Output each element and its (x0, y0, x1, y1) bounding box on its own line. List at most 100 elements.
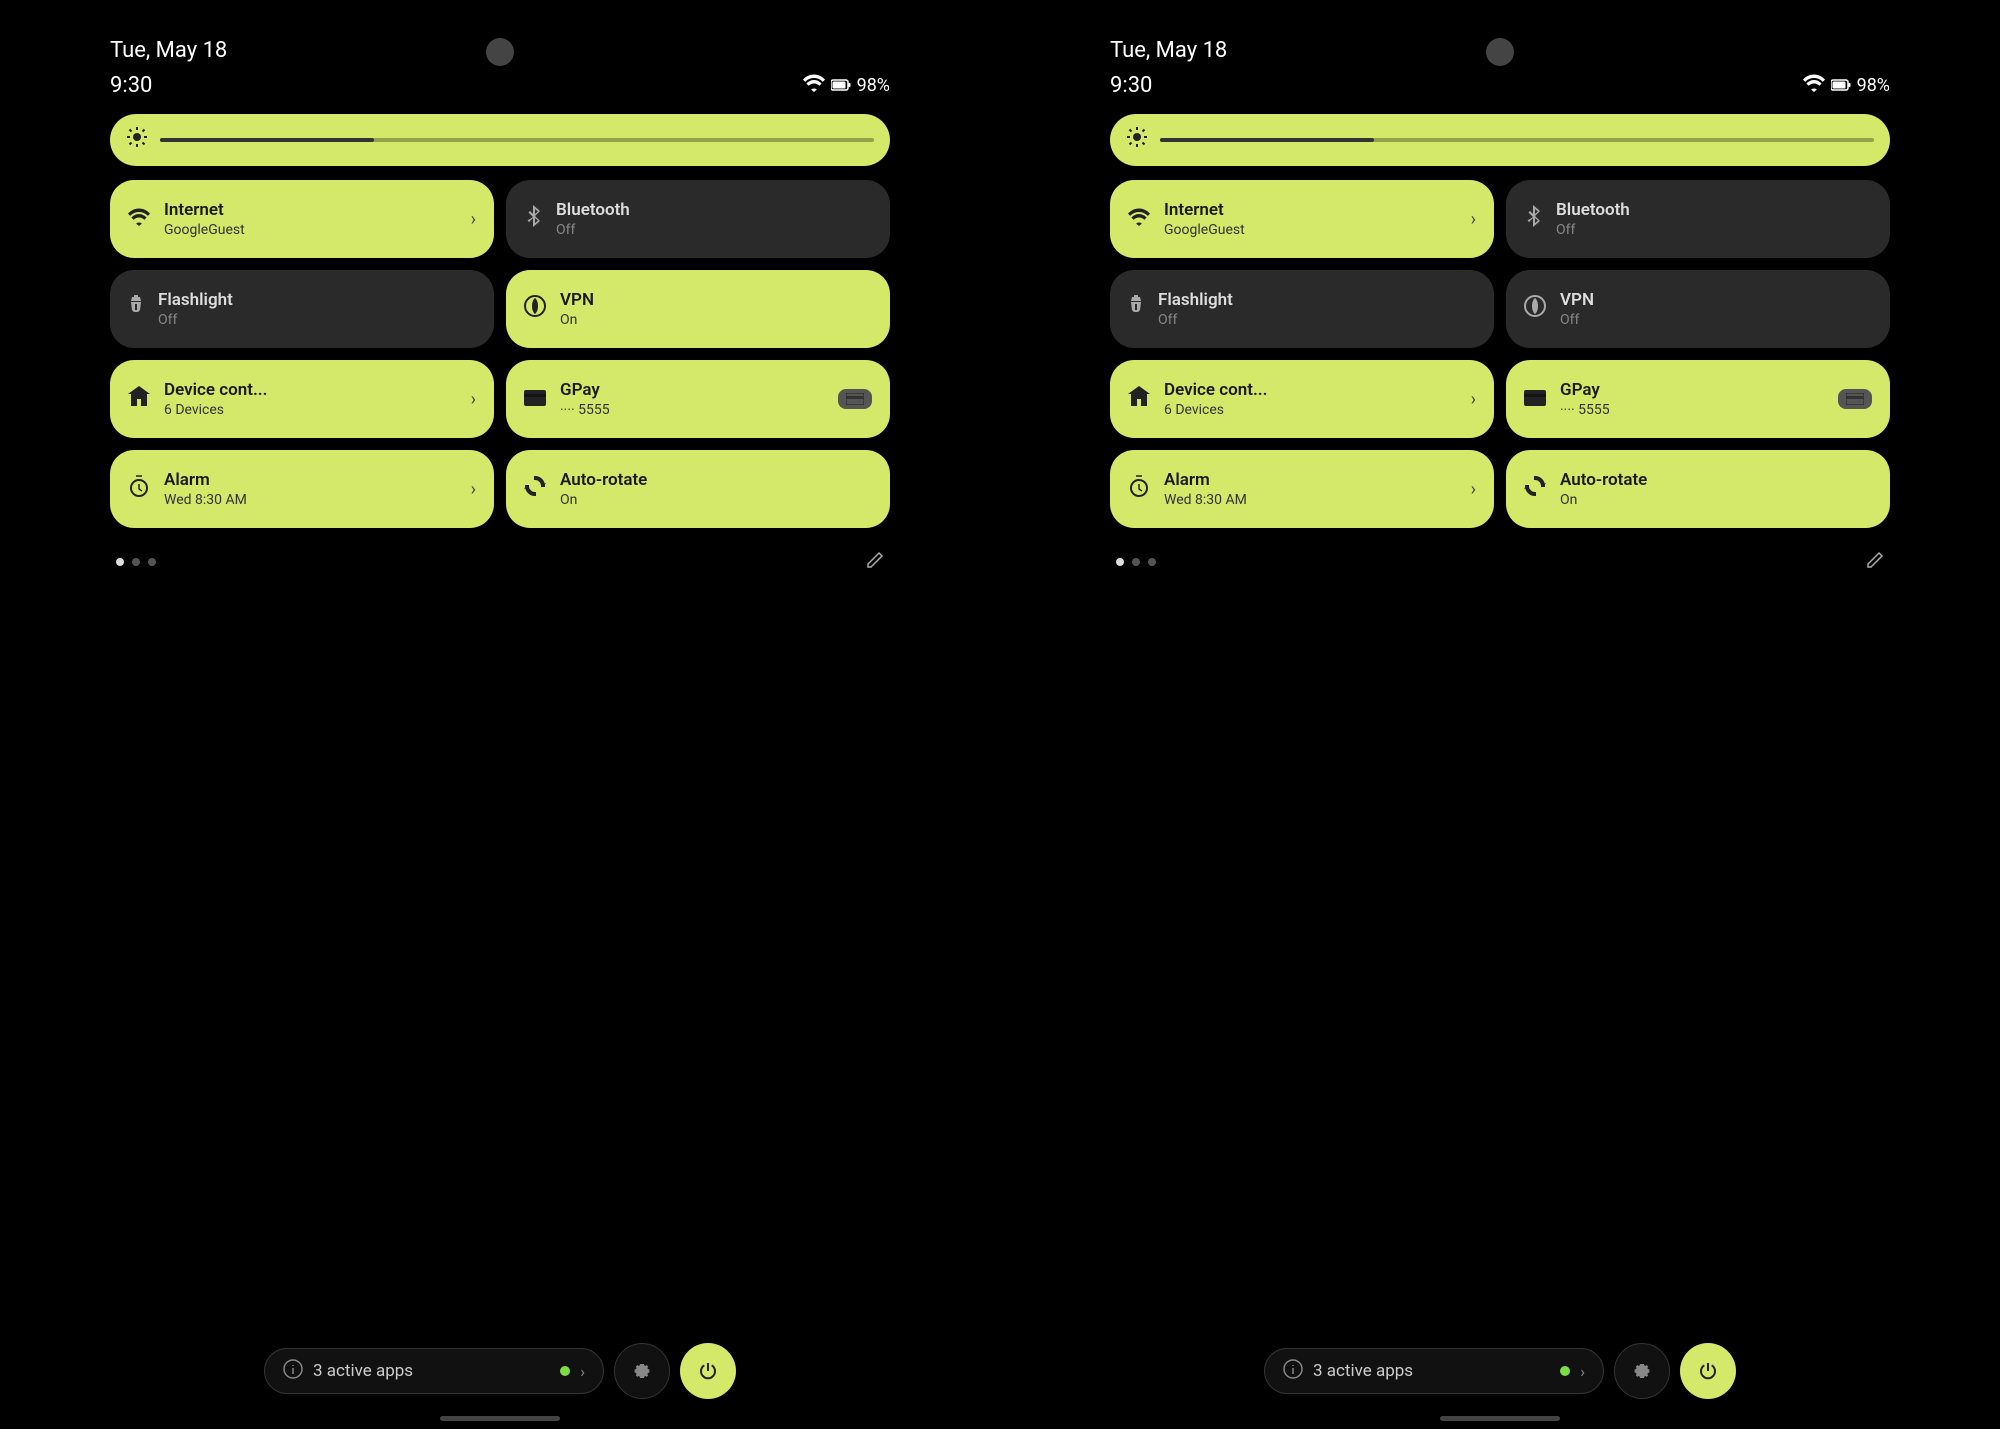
page-dot-2[interactable] (1148, 558, 1156, 566)
tile-title-vpn: VPN (560, 290, 872, 310)
tile-icon-bluetooth (1524, 205, 1542, 233)
status-date: Tue, May 18 (1110, 38, 1227, 63)
brightness-row[interactable] (100, 114, 900, 166)
tile-subtitle-alarm: Wed 8:30 AM (1164, 492, 1457, 508)
screen-container: Tue, May 18 9:30 98% Internet Google (0, 0, 2000, 1429)
tile-text-autorotate: Auto-rotate On (1560, 470, 1872, 508)
power-button[interactable] (680, 1343, 736, 1399)
tile-arrow-internet: › (471, 209, 476, 230)
tile-icon-bluetooth (524, 205, 542, 233)
tile-title-alarm: Alarm (164, 470, 457, 490)
tile-text-alarm: Alarm Wed 8:30 AM (1164, 470, 1457, 508)
tile-vpn[interactable]: VPN Off (1506, 270, 1890, 348)
tile-icon-internet (1128, 207, 1150, 232)
tile-internet[interactable]: Internet GoogleGuest › (1110, 180, 1494, 258)
tiles-grid: Internet GoogleGuest › Bluetooth Off Fla… (1100, 180, 1900, 528)
tile-arrow-alarm: › (471, 479, 476, 500)
page-dot-1[interactable] (132, 558, 140, 566)
tile-gpay[interactable]: GPay ···· 5555 (506, 360, 890, 438)
active-apps-info-icon (283, 1359, 303, 1383)
tile-subtitle-flashlight: Off (1158, 312, 1476, 328)
tile-text-internet: Internet GoogleGuest (1164, 200, 1457, 238)
active-apps-arrow: › (1580, 1362, 1585, 1381)
tile-subtitle-flashlight: Off (158, 312, 476, 328)
tile-internet[interactable]: Internet GoogleGuest › (110, 180, 494, 258)
active-apps-pill[interactable]: 3 active apps › (1264, 1348, 1604, 1394)
tile-icon-device-control (1128, 386, 1150, 412)
tile-device-control[interactable]: Device cont... 6 Devices › (1110, 360, 1494, 438)
power-button[interactable] (1680, 1343, 1736, 1399)
battery-status-icon (1831, 75, 1851, 96)
page-dot-1[interactable] (1132, 558, 1140, 566)
tile-title-gpay: GPay (1560, 380, 1824, 400)
tile-alarm[interactable]: Alarm Wed 8:30 AM › (110, 450, 494, 528)
edit-icon[interactable] (1866, 550, 1884, 574)
tile-subtitle-autorotate: On (1560, 492, 1872, 508)
active-apps-pill[interactable]: 3 active apps › (264, 1348, 604, 1394)
tile-text-device-control: Device cont... 6 Devices (164, 380, 457, 418)
tile-flashlight[interactable]: Flashlight Off (110, 270, 494, 348)
active-apps-dot (1560, 1366, 1570, 1376)
tile-icon-gpay (524, 387, 546, 412)
brightness-bar[interactable] (110, 114, 890, 166)
brightness-slider-track (1160, 138, 1874, 142)
edit-icon[interactable] (866, 550, 884, 574)
tile-autorotate[interactable]: Auto-rotate On (506, 450, 890, 528)
tile-bluetooth[interactable]: Bluetooth Off (506, 180, 890, 258)
status-time-row: 9:30 98% (1100, 73, 1900, 114)
tile-autorotate[interactable]: Auto-rotate On (1506, 450, 1890, 528)
tile-flashlight[interactable]: Flashlight Off (1110, 270, 1494, 348)
tile-title-gpay: GPay (560, 380, 824, 400)
tile-title-flashlight: Flashlight (158, 290, 476, 310)
status-time: 9:30 (1110, 73, 1152, 98)
tile-title-vpn: VPN (1560, 290, 1872, 310)
status-time-row: 9:30 98% (100, 73, 900, 114)
brightness-bar[interactable] (1110, 114, 1890, 166)
tile-text-alarm: Alarm Wed 8:30 AM (164, 470, 457, 508)
bottom-bar: 3 active apps › (0, 1343, 1000, 1399)
tile-text-gpay: GPay ···· 5555 (560, 380, 824, 418)
tile-bluetooth[interactable]: Bluetooth Off (1506, 180, 1890, 258)
tile-icon-autorotate (524, 475, 546, 503)
status-date: Tue, May 18 (110, 38, 227, 63)
tiles-grid: Internet GoogleGuest › Bluetooth Off Fla… (100, 180, 900, 528)
tile-text-device-control: Device cont... 6 Devices (1164, 380, 1457, 418)
tile-title-internet: Internet (1164, 200, 1457, 220)
gpay-card (838, 389, 872, 409)
tile-arrow-device-control: › (1471, 389, 1476, 410)
tile-title-autorotate: Auto-rotate (1560, 470, 1872, 490)
tile-text-gpay: GPay ···· 5555 (1560, 380, 1824, 418)
page-dot-0[interactable] (116, 558, 124, 566)
tile-title-device-control: Device cont... (164, 380, 457, 400)
active-apps-info-icon (1283, 1359, 1303, 1383)
tile-subtitle-gpay: ···· 5555 (560, 402, 824, 418)
home-indicator (440, 1416, 560, 1421)
tile-subtitle-bluetooth: Off (556, 222, 872, 238)
brightness-row[interactable] (1100, 114, 1900, 166)
dots-row (100, 542, 900, 582)
tile-gpay[interactable]: GPay ···· 5555 (1506, 360, 1890, 438)
tile-text-flashlight: Flashlight Off (158, 290, 476, 328)
brightness-icon (1126, 126, 1148, 154)
tile-icon-alarm (128, 475, 150, 503)
tile-device-control[interactable]: Device cont... 6 Devices › (110, 360, 494, 438)
tile-subtitle-vpn: Off (1560, 312, 1872, 328)
tile-icon-autorotate (1524, 475, 1546, 503)
settings-button[interactable] (1614, 1343, 1670, 1399)
tile-subtitle-device-control: 6 Devices (1164, 402, 1457, 418)
tile-alarm[interactable]: Alarm Wed 8:30 AM › (1110, 450, 1494, 528)
page-dot-2[interactable] (148, 558, 156, 566)
camera-cutout (1486, 38, 1514, 66)
page-dots (116, 558, 156, 566)
page-dot-0[interactable] (1116, 558, 1124, 566)
tile-icon-vpn (524, 295, 546, 323)
brightness-slider-fill (160, 138, 374, 142)
tile-title-autorotate: Auto-rotate (560, 470, 872, 490)
tile-vpn[interactable]: VPN On (506, 270, 890, 348)
active-apps-arrow: › (580, 1362, 585, 1381)
settings-button[interactable] (614, 1343, 670, 1399)
status-icons: 98% (803, 74, 890, 97)
tile-subtitle-autorotate: On (560, 492, 872, 508)
tile-subtitle-internet: GoogleGuest (164, 222, 457, 238)
page-dots (1116, 558, 1156, 566)
